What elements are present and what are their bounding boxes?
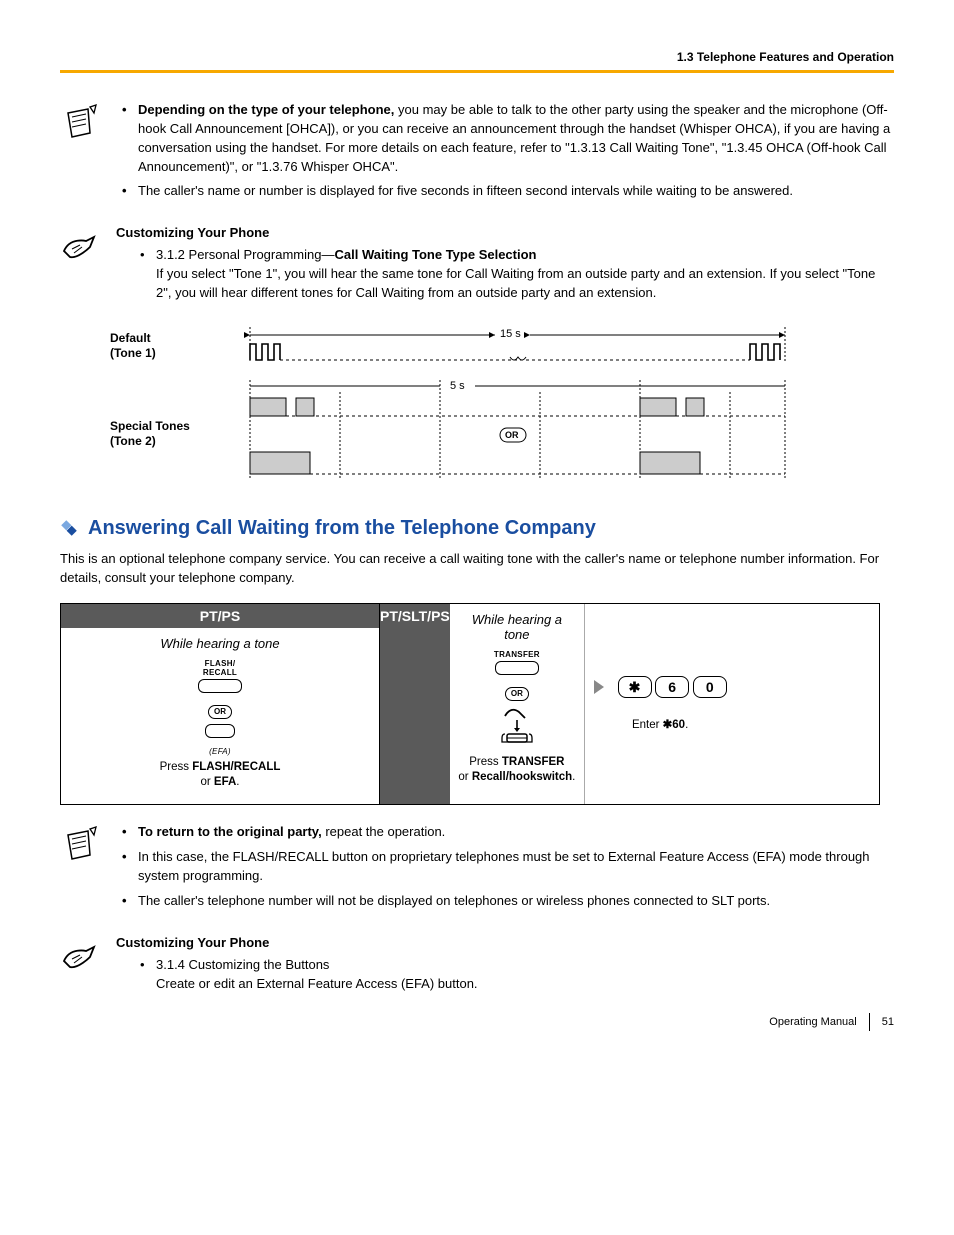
flash-recall-key-icon (198, 679, 242, 693)
proc-sub2: While hearing a tone (458, 612, 576, 642)
breadcrumb: 1.3 Telephone Features and Operation (60, 50, 894, 70)
proc-caption-3: Enter ✱60. (632, 718, 688, 733)
tone1-wave: 15 s (240, 325, 800, 365)
key-star: ✱ (618, 676, 652, 698)
page-footer: Operating Manual 51 (769, 1013, 894, 1031)
customize2-item: 3.1.4 Customizing the Buttons Create or … (156, 956, 894, 994)
procedure-area: PT/PS While hearing a tone FLASH/ RECALL… (60, 603, 894, 805)
proc-sub1: While hearing a tone (69, 636, 371, 651)
proc-header-ptps: PT/PS (61, 604, 379, 628)
section-heading: Answering Call Waiting from the Telephon… (60, 517, 894, 540)
transfer-label: TRANSFER (458, 650, 576, 659)
or-pill: OR (208, 705, 232, 719)
proc-header-ptsltps: PT/SLT/PS (380, 604, 450, 804)
transfer-key-icon (495, 661, 539, 675)
customize-icon (60, 225, 108, 307)
arrow-icon (594, 680, 604, 694)
svg-text:5 s: 5 s (450, 380, 465, 392)
customize-icon (60, 935, 108, 998)
note-bullet-2: The caller's name or number is displayed… (138, 182, 894, 201)
note2-bullet-3: The caller's telephone number will not b… (138, 892, 894, 911)
note2-bullet-2: In this case, the FLASH/RECALL button on… (138, 848, 894, 886)
svg-text:OR: OR (505, 430, 519, 440)
efa-key-icon (205, 724, 235, 738)
flash-recall-label: FLASH/ RECALL (69, 659, 371, 677)
note2-bullet-1: To return to the original party, repeat … (138, 823, 894, 842)
proc-caption-1: Press FLASH/RECALL or EFA. (69, 760, 371, 790)
header-rule (60, 70, 894, 73)
note-bullet-1: Depending on the type of your telephone,… (138, 101, 894, 176)
key-0: 0 (693, 676, 727, 698)
svg-text:15 s: 15 s (500, 328, 521, 340)
tone-diagram: Default(Tone 1) 15 s Special Tones(Tone … (110, 325, 894, 491)
hookswitch-icon (495, 704, 539, 748)
customize-item: 3.1.2 Personal Programming—Call Waiting … (156, 246, 894, 303)
key-6: 6 (655, 676, 689, 698)
section-intro: This is an optional telephone company se… (60, 550, 894, 588)
note-icon (60, 101, 108, 207)
tone2-wave: 5 s OR (240, 378, 800, 488)
or-pill-2: OR (505, 687, 529, 701)
note-icon (60, 823, 108, 916)
efa-label: (EFA) (69, 747, 371, 756)
customize-title: Customizing Your Phone (116, 225, 894, 240)
proc-caption-2: Press TRANSFER or Recall/hookswitch. (458, 755, 576, 785)
customize-title-2: Customizing Your Phone (116, 935, 894, 950)
